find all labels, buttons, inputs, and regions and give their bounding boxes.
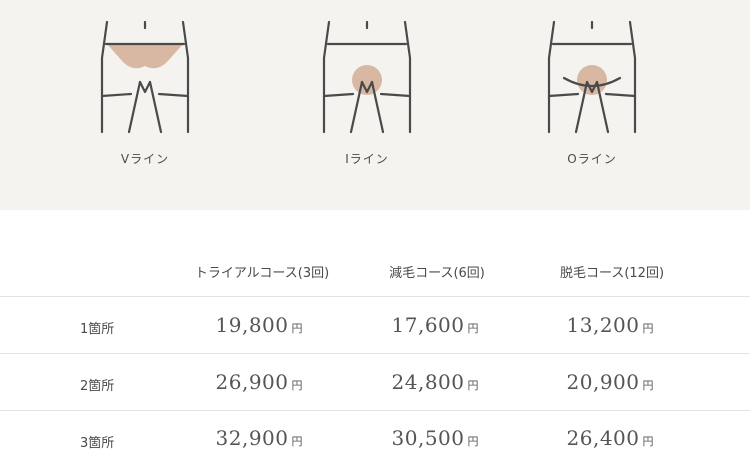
column-header-removal: 脱毛コース(12回) [559,266,665,281]
i-line-body-icon [322,20,412,134]
body-area-illustrations: Vライン Iライン Oライン [0,0,750,210]
price-cell: 17,600 円 [392,313,479,337]
price-unit: 円 [642,435,654,448]
o-line-body-icon [547,20,637,134]
price-cell: 20,900 円 [567,370,654,394]
price-value: 24,800 [391,370,465,394]
price-cell: 30,500 円 [392,426,479,450]
price-unit: 円 [467,379,479,392]
price-value: 32,900 [215,426,289,450]
figure-o-line: Oライン [532,0,652,210]
price-unit: 円 [291,435,303,448]
price-unit: 円 [467,322,479,335]
figure-label: Iライン [345,152,389,166]
row-divider [0,353,750,354]
price-value: 30,500 [391,426,465,450]
price-cell: 32,900 円 [216,426,303,450]
price-table: トライアルコース(3回) 減毛コース(6回) 脱毛コース(12回) 1箇所 19… [0,210,750,465]
price-unit: 円 [642,379,654,392]
price-unit: 円 [291,379,303,392]
column-header-reduction: 減毛コース(6回) [389,266,485,281]
row-label: 1箇所 [80,322,115,337]
price-cell: 24,800 円 [392,370,479,394]
figure-v-line: Vライン [85,0,205,210]
v-line-body-icon [100,20,190,134]
row-divider [0,410,750,411]
price-cell: 13,200 円 [567,313,654,337]
price-cell: 19,800 円 [216,313,303,337]
price-cell: 26,900 円 [216,370,303,394]
figure-label: Oライン [567,152,617,166]
figure-label: Vライン [120,152,170,166]
row-label: 2箇所 [80,379,115,394]
price-value: 13,200 [566,313,640,337]
price-unit: 円 [642,322,654,335]
price-cell: 26,400 円 [567,426,654,450]
price-unit: 円 [291,322,303,335]
column-header-trial: トライアルコース(3回) [194,266,330,281]
price-value: 19,800 [215,313,289,337]
price-value: 20,900 [566,370,640,394]
price-unit: 円 [467,435,479,448]
row-divider [0,296,750,297]
price-value: 17,600 [391,313,465,337]
row-label: 3箇所 [80,436,115,451]
price-value: 26,400 [566,426,640,450]
figure-i-line: Iライン [307,0,427,210]
price-value: 26,900 [215,370,289,394]
